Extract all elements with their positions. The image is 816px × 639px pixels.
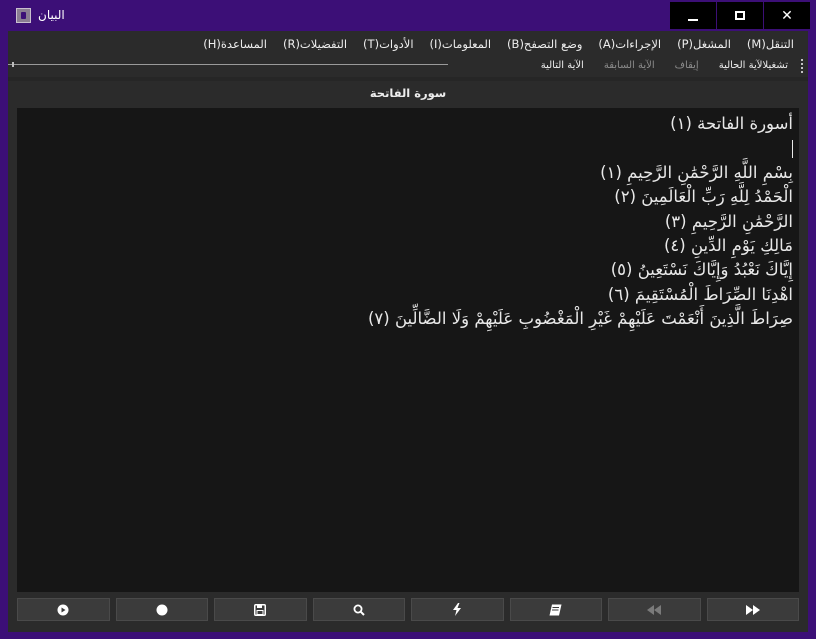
verse-line: الْحَمْدُ لِلَّهِ رَبِّ الْعَالَمِينَ (٢… (614, 187, 793, 207)
minimize-icon (688, 18, 698, 21)
previous-verse-button[interactable]: الآية السابقة (594, 57, 665, 75)
toolbar-grip-icon[interactable] (800, 58, 804, 74)
verse-list: أسورة الفاتحة (١) بِسْمِ اللَّهِ الرَّحْ… (368, 112, 793, 332)
bottom-button-bar (17, 598, 799, 621)
book-button[interactable] (509, 598, 602, 621)
menu-bar: التنقل(M) المشغل(P) الإجراءات(A) وضع الت… (195, 35, 802, 53)
verse-line: الرَّحْمَٰنِ الرَّحِيمِ (٣) (664, 211, 793, 231)
window-title: البيان (38, 8, 65, 22)
close-button[interactable]: ✕ (764, 2, 810, 29)
app-window: البيان ✕ التنقل(M) المشغل(P) الإجراءات(A… (0, 0, 816, 639)
save-button[interactable] (214, 598, 307, 621)
client-area: التنقل(M) المشغل(P) الإجراءات(A) وضع الت… (8, 31, 808, 632)
fast-forward-button[interactable] (706, 598, 799, 621)
surah-heading: سورة الفاتحة (369, 86, 447, 100)
verse-line: إِيَّاكَ نَعْبُدُ وَإِيَّاكَ نَسْتَعِينُ… (610, 260, 793, 280)
close-icon: ✕ (781, 7, 793, 24)
verse-line: مَالِكِ يَوْمِ الدِّينِ (٤) (663, 236, 793, 256)
verse-line: اهْدِنَا الصِّرَاطَ الْمُسْتَقِيمَ (٦) (607, 284, 793, 304)
maximize-icon (735, 11, 745, 20)
title-bar[interactable]: البيان ✕ (0, 0, 816, 31)
surah-title-line: أسورة الفاتحة (١) (670, 114, 793, 133)
book-icon (549, 604, 562, 615)
separator (8, 77, 808, 81)
next-verse-button[interactable]: الآية التالية (531, 57, 594, 75)
quick-action-button[interactable] (411, 598, 504, 621)
verse-line: صِرَاطَ الَّذِينَ أَنْعَمْتَ عَلَيْهِمْ … (367, 309, 793, 329)
lightning-icon (453, 603, 462, 616)
menu-tools[interactable]: الأدوات(T) (355, 35, 421, 53)
quran-text-area[interactable]: أسورة الفاتحة (١) بِسْمِ اللَّهِ الرَّحْ… (17, 108, 799, 592)
menu-help[interactable]: المساعدة(H) (195, 35, 275, 53)
rewind-button[interactable] (608, 598, 701, 621)
play-current-verse-button[interactable]: تشغيلالآية الحالية (709, 57, 798, 75)
record-button[interactable] (115, 598, 208, 621)
menu-actions[interactable]: الإجراءات(A) (590, 35, 669, 53)
record-icon (156, 604, 168, 615)
verse-line: بِسْمِ اللَّهِ الرَّحْمَٰنِ الرَّحِيمِ (… (600, 162, 793, 182)
caret-line (368, 136, 793, 160)
play-circle-icon (57, 604, 69, 615)
search-icon (353, 604, 365, 616)
play-button[interactable] (17, 598, 110, 621)
maximize-button[interactable] (717, 2, 763, 29)
menu-browse-mode[interactable]: وضع التصفح(B) (499, 35, 590, 53)
splitter-handle[interactable] (12, 62, 14, 67)
save-icon (254, 603, 267, 616)
minimize-button[interactable] (670, 2, 716, 29)
toolbar: تشغيلالآية الحالية إيقاف الآية السابقة ا… (531, 57, 804, 75)
text-caret (792, 139, 793, 158)
menu-navigation[interactable]: التنقل(M) (739, 35, 802, 53)
fast-forward-icon (745, 604, 760, 615)
search-button[interactable] (312, 598, 405, 621)
menu-preferences[interactable]: التفضيلات(R) (275, 35, 355, 53)
app-icon[interactable] (16, 8, 31, 23)
rewind-icon (647, 604, 662, 615)
menu-information[interactable]: المعلومات(I) (422, 35, 500, 53)
menu-player[interactable]: المشغل(P) (669, 35, 739, 53)
splitter-line (8, 64, 448, 65)
stop-button[interactable]: إيقاف (665, 57, 709, 75)
